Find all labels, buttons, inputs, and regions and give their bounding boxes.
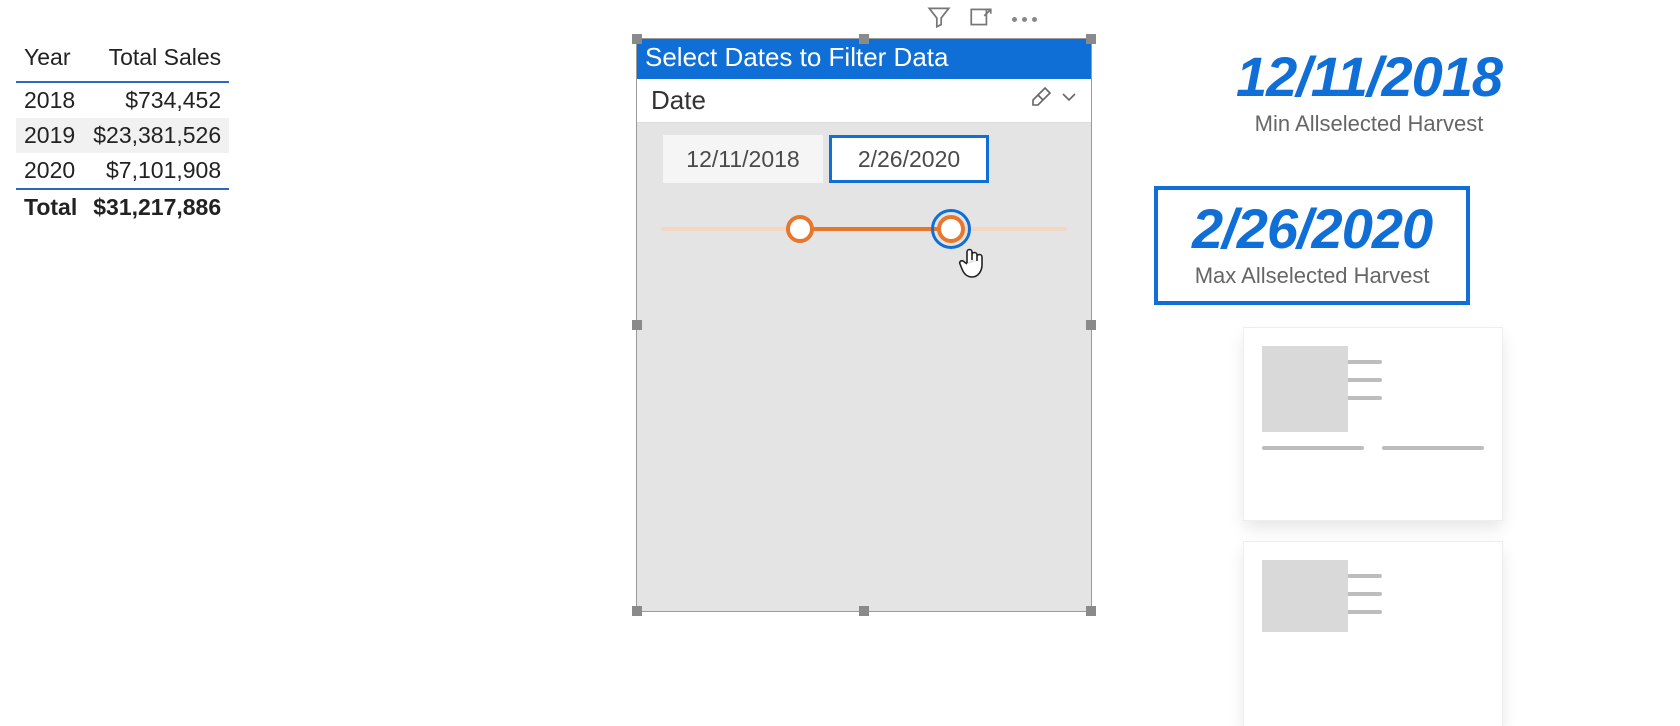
col-year[interactable]: Year [16,40,85,82]
cell-year: 2018 [16,82,85,118]
cell-year: 2019 [16,118,85,153]
table-row[interactable]: 2019 $23,381,526 [16,118,229,153]
min-date-card[interactable]: 12/11/2018 Min Allselected Harvest [1184,48,1554,137]
cursor-hand-icon [957,245,989,288]
slider-end-thumb[interactable] [937,215,965,243]
cell-total-value: $31,217,886 [85,189,229,225]
placeholder-block [1262,560,1348,632]
slider-start-thumb[interactable] [786,215,814,243]
resize-handle[interactable] [1086,34,1096,44]
col-total-sales[interactable]: Total Sales [85,40,229,82]
table-row[interactable]: 2018 $734,452 [16,82,229,118]
max-date-value: 2/26/2020 [1192,200,1432,259]
min-date-value: 12/11/2018 [1184,48,1554,107]
max-date-caption: Max Allselected Harvest [1192,263,1432,289]
slider-active-track [800,227,951,231]
resize-handle[interactable] [859,606,869,616]
resize-handle[interactable] [1086,606,1096,616]
resize-handle[interactable] [859,34,869,44]
date-range-slider[interactable] [661,213,1067,249]
max-date-card[interactable]: 2/26/2020 Max Allselected Harvest [1154,186,1470,305]
start-date-input[interactable]: 12/11/2018 [663,135,823,183]
table-row[interactable]: 2020 $7,101,908 [16,153,229,189]
slicer-field-label: Date [651,85,706,116]
resize-handle[interactable] [632,606,642,616]
resize-handle[interactable] [632,34,642,44]
cell-sales: $734,452 [85,82,229,118]
cell-year: 2020 [16,153,85,189]
filter-icon[interactable] [926,4,952,35]
date-slicer-visual[interactable]: Select Dates to Filter Data Date 12/11/2… [636,38,1092,612]
resize-handle[interactable] [632,320,642,330]
slicer-date-inputs: 12/11/2018 2/26/2020 [637,123,1091,183]
slicer-field-header: Date [637,79,1091,123]
placeholder-line [1382,446,1484,450]
table-header-row: Year Total Sales [16,40,229,82]
slicer-title: Select Dates to Filter Data [637,39,1091,79]
cell-sales: $7,101,908 [85,153,229,189]
cell-sales: $23,381,526 [85,118,229,153]
visual-header-icons [926,4,1039,35]
min-date-caption: Min Allselected Harvest [1184,111,1554,137]
sales-table[interactable]: Year Total Sales 2018 $734,452 2019 $23,… [16,40,229,225]
focus-mode-icon[interactable] [968,4,994,35]
placeholder-line [1262,446,1364,450]
end-date-input[interactable]: 2/26/2020 [829,135,989,183]
cell-total-label: Total [16,189,85,225]
visual-placeholder[interactable] [1244,328,1502,520]
table-total-row: Total $31,217,886 [16,189,229,225]
placeholder-block [1262,346,1348,432]
resize-handle[interactable] [1086,320,1096,330]
more-options-icon[interactable] [1010,17,1039,22]
visual-placeholder[interactable] [1244,542,1502,726]
chevron-down-icon[interactable] [1057,85,1081,116]
eraser-icon[interactable] [1029,85,1053,116]
